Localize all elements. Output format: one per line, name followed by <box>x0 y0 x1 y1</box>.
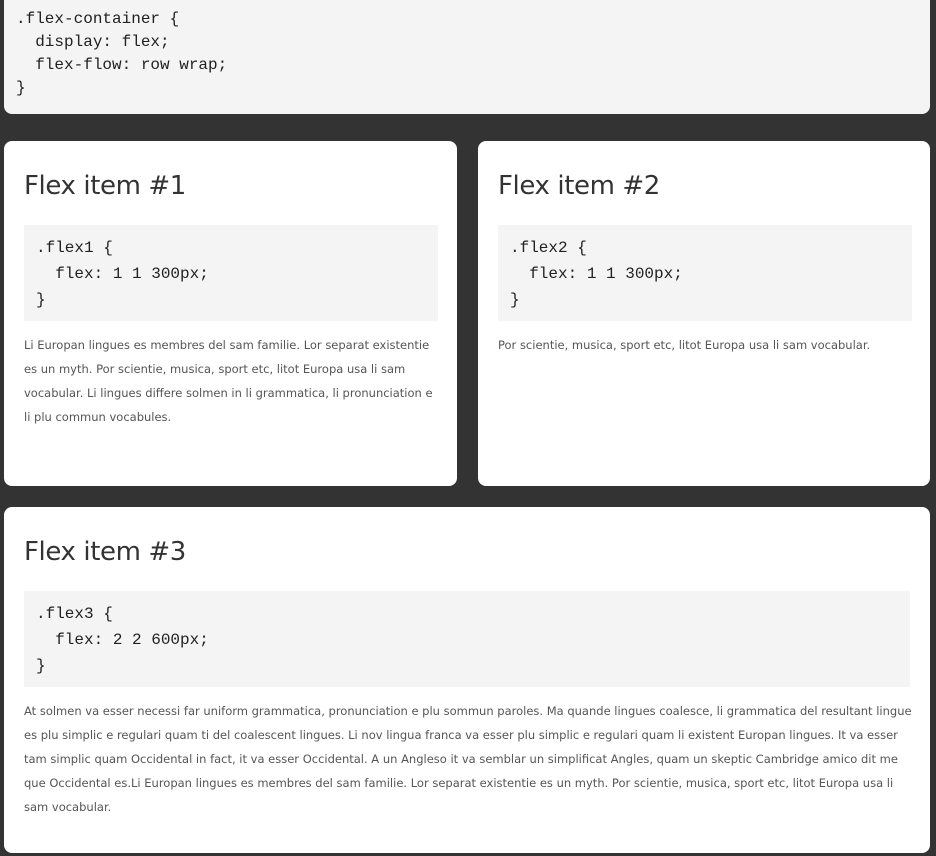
flex-item-1-text: Li Europan lingues es membres del sam fa… <box>24 338 433 424</box>
flex-item-2-text: Por scientie, musica, sport etc, litot E… <box>498 338 871 352</box>
flex-item-3-card: Flex item #3 .flex3 { flex: 2 2 600px; }… <box>4 507 930 853</box>
flex-item-3-code-block: .flex3 { flex: 2 2 600px; } <box>24 591 910 687</box>
flex-item-2-code: .flex2 { flex: 1 1 300px; } <box>510 239 683 309</box>
flex-item-2-title: Flex item #2 <box>498 171 660 201</box>
flex-item-3-code: .flex3 { flex: 2 2 600px; } <box>36 605 209 675</box>
container-code: .flex-container { display: flex; flex-fl… <box>16 10 228 97</box>
flex-item-1-code: .flex1 { flex: 1 1 300px; } <box>36 239 209 309</box>
flex-item-3-text: At solmen va esser necessi far uniform g… <box>24 704 912 814</box>
flex-item-2-card: Flex item #2 .flex2 { flex: 1 1 300px; }… <box>478 141 930 486</box>
flex-item-1-title: Flex item #1 <box>24 171 186 201</box>
container-code-block: .flex-container { display: flex; flex-fl… <box>4 0 930 114</box>
flex-item-1-code-block: .flex1 { flex: 1 1 300px; } <box>24 225 438 321</box>
flex-item-2-code-block: .flex2 { flex: 1 1 300px; } <box>498 225 912 321</box>
flex-item-3-title: Flex item #3 <box>24 537 186 567</box>
flex-item-1-card: Flex item #1 .flex1 { flex: 1 1 300px; }… <box>4 141 457 486</box>
